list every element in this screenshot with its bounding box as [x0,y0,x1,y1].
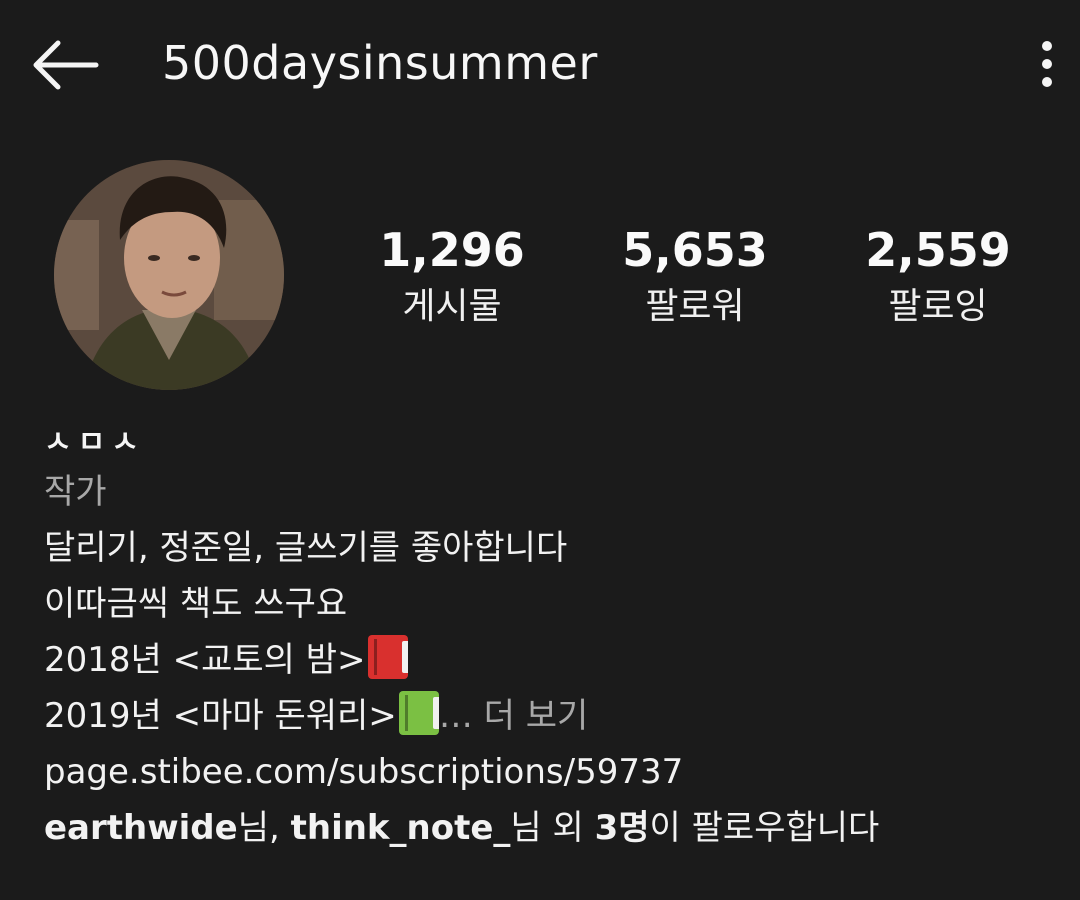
posts-count: 1,296 [379,223,525,277]
back-button[interactable] [28,38,100,92]
bio-line-4: 2019년 <마마 돈워리> … 더 보기 [44,688,1044,744]
avatar-image [54,160,284,390]
followed-by-sep-2: 님 외 [510,808,595,848]
bio-line-3-text: 2018년 <교토의 밤> [44,640,366,680]
mutual-follower-1: earthwide [44,808,238,848]
red-book-icon [367,635,408,679]
profile-username: 500daysinsummer [162,36,598,90]
posts-label: 게시물 [402,286,502,327]
followers-stat[interactable]: 5,653 팔로워 [595,222,795,330]
followers-count: 5,653 [622,223,768,277]
profile-category: 작가 [44,472,107,512]
profile-display-name: ㅅㅁㅅ [44,425,145,460]
profile-bio: ㅅㅁㅅ 작가 달리기, 정준일, 글쓰기를 좋아합니다 이따금씩 책도 쓰구요 … [44,422,1044,856]
mutual-follower-count: 3명 [594,808,650,848]
posts-stat[interactable]: 1,296 게시물 [352,222,552,330]
top-bar: 500daysinsummer [0,0,1080,130]
see-more-link[interactable]: 더 보기 [473,696,589,736]
profile-avatar[interactable] [54,160,284,390]
followed-by-line[interactable]: earthwide님, think_note_님 외 3명이 팔로우합니다 [44,800,1044,856]
following-stat[interactable]: 2,559 팔로잉 [838,222,1038,330]
followed-by-sep-1: 님, [237,808,291,848]
bio-website-link[interactable]: page.stibee.com/subscriptions/59737 [44,744,1044,800]
following-label: 팔로잉 [888,286,988,327]
following-count: 2,559 [865,223,1011,277]
bio-line-1: 달리기, 정준일, 글쓰기를 좋아합니다 [44,528,568,568]
bio-line-2: 이따금씩 책도 쓰구요 [44,584,348,624]
followers-label: 팔로워 [645,286,745,327]
bio-line-4-text: 2019년 <마마 돈워리> [44,696,397,736]
arrow-left-icon [33,40,99,90]
more-options-button[interactable] [1030,38,1064,90]
more-vertical-icon [1042,41,1052,87]
bio-ellipsis: … [438,696,473,736]
green-book-icon [398,691,439,735]
bio-line-3: 2018년 <교토의 밤> [44,632,1044,688]
mutual-follower-2: think_note_ [290,808,511,848]
followed-by-suffix: 이 팔로우합니다 [649,808,880,848]
